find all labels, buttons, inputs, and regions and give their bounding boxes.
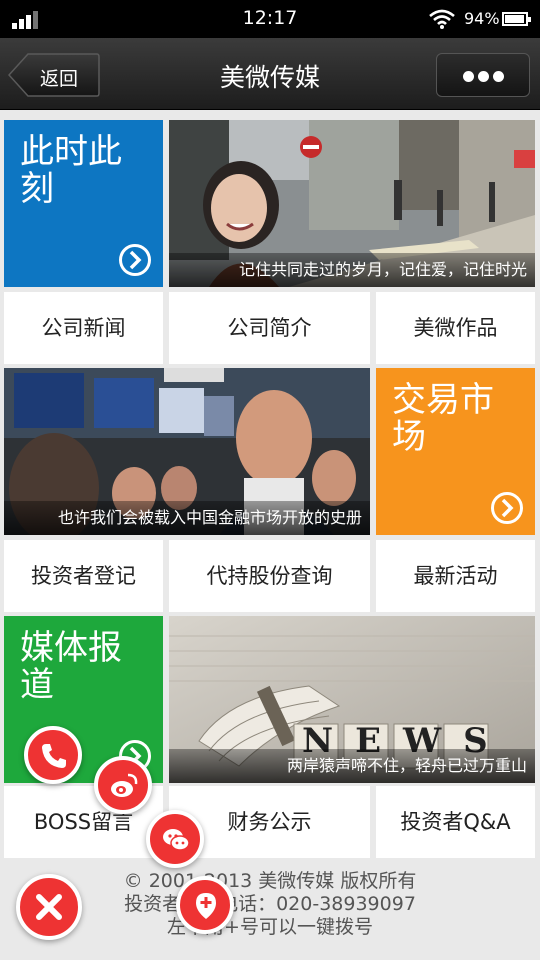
share-query-link[interactable]: 代持股份查询 xyxy=(169,540,370,612)
weibo-icon xyxy=(111,773,138,797)
moment-tile-title: 此时此刻 xyxy=(20,132,122,209)
news-photo-tile[interactable]: NEWS 两岸猿声啼不住，轻舟已过万重山 xyxy=(169,616,535,783)
copyright-text: © 2001-2013 美微传媒 版权所有 xyxy=(123,870,417,892)
wechat-button[interactable] xyxy=(146,810,204,868)
company-news-link[interactable]: 公司新闻 xyxy=(4,292,163,364)
close-button[interactable] xyxy=(16,874,82,940)
works-link[interactable]: 美微作品 xyxy=(376,292,535,364)
wechat-icon xyxy=(163,829,190,851)
battery-percent: 94% xyxy=(464,9,500,28)
arrow-right-icon xyxy=(119,244,151,276)
phone-icon xyxy=(42,744,66,768)
arrow-right-icon xyxy=(491,492,523,524)
location-button[interactable] xyxy=(176,876,234,934)
street-photo-tile[interactable]: 记住共同走过的岁月，记住爱，记住时光 xyxy=(169,120,535,287)
more-dots-icon xyxy=(463,71,474,82)
weibo-button[interactable] xyxy=(94,756,152,814)
battery-icon xyxy=(502,12,531,26)
close-icon xyxy=(36,894,62,920)
trading-floor-photo-tile[interactable]: 也许我们会被载入中国金融市场开放的史册 xyxy=(4,368,370,535)
street-photo-caption: 记住共同走过的岁月，记住爱，记住时光 xyxy=(169,253,535,287)
market-tile[interactable]: 交易市场 xyxy=(376,368,535,535)
news-photo-caption: 两岸猿声啼不住，轻舟已过万重山 xyxy=(169,749,535,783)
status-bar: 12:17 94% xyxy=(0,0,540,38)
nav-bar: 返回 美微传媒 xyxy=(0,38,540,110)
moment-tile[interactable]: 此时此刻 xyxy=(4,120,163,287)
main-content: 此时此刻 记住共同走过的岁月，记住爱，记住时光 公司新闻 公司简介 美微作品 也… xyxy=(0,110,540,960)
more-button[interactable] xyxy=(436,53,530,97)
latest-events-link[interactable]: 最新活动 xyxy=(376,540,535,612)
trading-floor-caption: 也许我们会被载入中国金融市场开放的史册 xyxy=(4,501,370,535)
phone-button[interactable] xyxy=(24,726,82,784)
clock: 12:17 xyxy=(242,7,298,29)
wifi-icon xyxy=(429,9,455,29)
location-icon xyxy=(196,893,216,919)
investor-qa-link[interactable]: 投资者Q&A xyxy=(376,786,535,858)
media-tile-title: 媒体报道 xyxy=(20,628,122,705)
market-tile-title: 交易市场 xyxy=(392,380,494,457)
investor-register-link[interactable]: 投资者登记 xyxy=(4,540,163,612)
company-intro-link[interactable]: 公司简介 xyxy=(169,292,370,364)
dial-hint-text: 左下角+号可以一键拨号 xyxy=(167,916,373,938)
